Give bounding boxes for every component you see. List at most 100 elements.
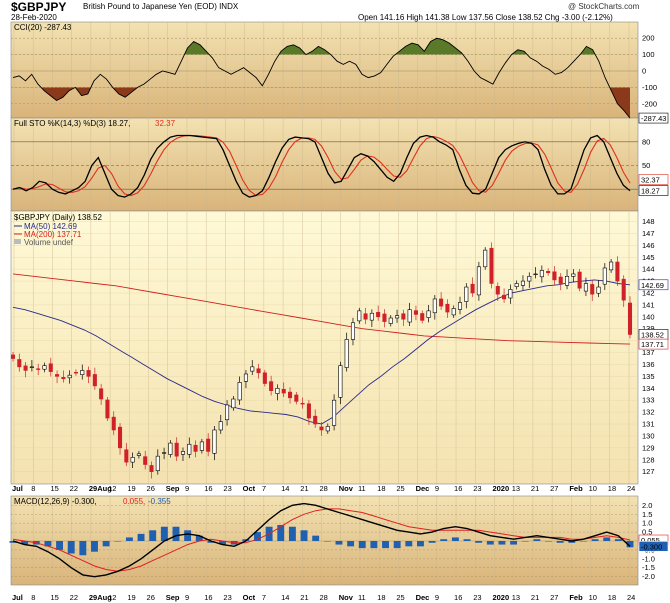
candle-body bbox=[180, 451, 186, 455]
macd-histogram-bar bbox=[382, 541, 389, 549]
macd-histogram-bar bbox=[486, 541, 494, 545]
macd-histogram-bar bbox=[579, 541, 587, 542]
candle-body bbox=[225, 404, 230, 421]
candle-body bbox=[168, 442, 173, 455]
candle-body bbox=[350, 322, 356, 340]
candle-body bbox=[495, 286, 500, 295]
candle-body bbox=[376, 311, 381, 318]
candle-body bbox=[313, 415, 318, 425]
macd-last-badge: -0.300 bbox=[638, 541, 669, 552]
price-tick-label: 145 bbox=[642, 253, 655, 262]
sto-legend-k: Full STO %K(14,3) %D(3) 18.27, bbox=[14, 119, 130, 128]
sto-k-badge: 18.27 bbox=[638, 185, 669, 196]
ma50-badge-text: 142.69 bbox=[641, 281, 664, 290]
candle-body bbox=[187, 443, 192, 455]
x-tick-label: Jul bbox=[12, 484, 23, 493]
x-tick-label: 12 bbox=[108, 484, 116, 493]
candle-body bbox=[489, 247, 494, 284]
x-tick-label: Nov bbox=[339, 593, 354, 602]
x-tick-label: 16 bbox=[204, 484, 212, 493]
candle-body bbox=[99, 388, 104, 400]
candle-body bbox=[92, 374, 97, 387]
candle-body bbox=[502, 294, 507, 300]
macd-tick-label: 1.0 bbox=[642, 519, 652, 528]
x-tick-label: 28 bbox=[320, 593, 328, 602]
candle-body bbox=[602, 267, 607, 285]
candle-body bbox=[325, 426, 330, 432]
candle-body bbox=[287, 391, 293, 399]
candle-body bbox=[420, 313, 425, 321]
macd-histogram-bar bbox=[603, 537, 611, 541]
x-tick-label: 25 bbox=[396, 484, 404, 493]
x-tick-label: 10 bbox=[589, 593, 597, 602]
macd-histogram-bar bbox=[370, 541, 378, 549]
x-tick-label: 14 bbox=[281, 484, 289, 493]
price-tick-label: 128 bbox=[642, 455, 655, 464]
candle-body bbox=[464, 286, 469, 302]
candle-body bbox=[332, 399, 337, 426]
candle-body bbox=[73, 372, 78, 374]
candle-body bbox=[596, 286, 601, 294]
macd-histogram-bar bbox=[521, 541, 529, 542]
candle-body bbox=[357, 310, 362, 322]
price-candle bbox=[105, 396, 110, 422]
ma50-badge: 142.69 bbox=[638, 279, 669, 291]
x-tick-label: 18 bbox=[608, 593, 616, 602]
macd-histogram-bar bbox=[67, 541, 75, 554]
x-tick-label: 8 bbox=[31, 593, 35, 602]
candle-body bbox=[212, 429, 217, 454]
candle-body bbox=[42, 365, 47, 370]
price-candle bbox=[483, 247, 488, 270]
x-tick-label: 11 bbox=[358, 484, 366, 493]
candle-body bbox=[231, 398, 236, 409]
candle-body bbox=[29, 366, 34, 368]
macd-legend-main: MACD(12,26,9) -0.300, bbox=[14, 497, 97, 506]
candle-body bbox=[445, 303, 450, 313]
cci-last-badge-text: -287.43 bbox=[641, 114, 666, 123]
sto-d-badge-text: 32.37 bbox=[641, 175, 660, 184]
candle-body bbox=[48, 363, 53, 372]
price-panel-bg bbox=[10, 210, 639, 485]
x-tick-label: 16 bbox=[454, 593, 462, 602]
x-tick-label: 7 bbox=[262, 484, 266, 493]
x-tick-label: 26 bbox=[147, 593, 155, 602]
x-tick-label: 24 bbox=[627, 484, 635, 493]
macd-histogram-bar bbox=[91, 541, 98, 552]
candle-body bbox=[193, 444, 198, 452]
candle-body bbox=[369, 312, 374, 321]
last-close-badge-text: 138.52 bbox=[641, 330, 664, 339]
candle-body bbox=[470, 283, 475, 294]
price-tick-label: 127 bbox=[642, 467, 655, 476]
candle-body bbox=[319, 426, 324, 431]
price-legend: $GBPJPY (Daily) 138.52 bbox=[14, 213, 102, 222]
ma200-badge: 137.71 bbox=[638, 338, 669, 350]
x-tick-label: 12 bbox=[108, 593, 116, 602]
cci-tick-label: -100 bbox=[642, 83, 657, 92]
macd-histogram-bar bbox=[556, 541, 564, 543]
x-tick-label: 16 bbox=[454, 484, 462, 493]
price-tick-label: 146 bbox=[642, 241, 655, 250]
candle-body bbox=[67, 374, 72, 379]
x-tick-label: 2020 bbox=[492, 484, 509, 493]
x-tick-label: 2020 bbox=[492, 593, 509, 602]
x-tick-label: 15 bbox=[50, 593, 58, 602]
candle-body bbox=[174, 442, 179, 457]
volume-legend-swatch bbox=[14, 239, 21, 244]
macd-last-badge-text: -0.300 bbox=[641, 542, 662, 551]
candle-body bbox=[105, 399, 110, 419]
price-tick-label: 130 bbox=[642, 431, 655, 440]
macd-histogram-bar bbox=[510, 541, 518, 545]
macd-histogram-bar bbox=[160, 526, 168, 541]
candle-body bbox=[162, 452, 167, 454]
candle-body bbox=[155, 455, 160, 472]
candle-body bbox=[571, 273, 576, 277]
macd-tick-label: -1.0 bbox=[642, 554, 655, 563]
price-tick-label: 144 bbox=[642, 265, 655, 274]
candle-body bbox=[338, 365, 343, 398]
candle-body bbox=[300, 402, 305, 405]
macd-histogram-bar bbox=[137, 533, 145, 541]
sto-tick-label: 80 bbox=[642, 137, 650, 146]
candle-body bbox=[439, 298, 444, 307]
macd-histogram-bar bbox=[347, 541, 355, 547]
macd-histogram-bar bbox=[533, 539, 541, 541]
